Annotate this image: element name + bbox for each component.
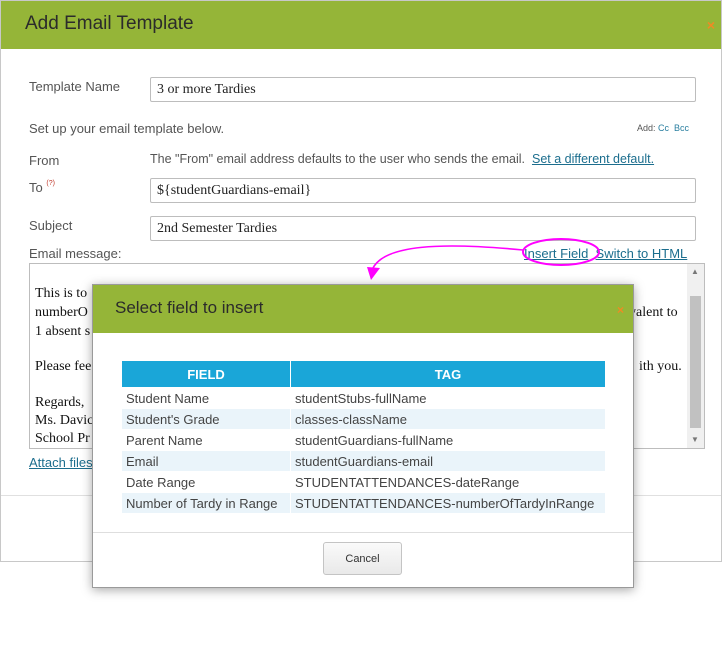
- field-column-header: FIELD: [121, 360, 291, 388]
- field-cell[interactable]: Student's Grade: [121, 408, 291, 430]
- table-row[interactable]: Number of Tardy in Range STUDENTATTENDAN…: [121, 492, 606, 514]
- message-line: 1 absent s: [35, 324, 91, 339]
- subject-input[interactable]: 2nd Semester Tardies: [150, 216, 696, 241]
- to-input[interactable]: ${studentGuardians-email}: [150, 178, 696, 203]
- tag-cell[interactable]: STUDENTATTENDANCES-dateRange: [290, 471, 606, 493]
- close-icon[interactable]: ×: [617, 303, 624, 317]
- scroll-thumb[interactable]: [690, 296, 701, 428]
- dialog-header: Add Email Template ×: [1, 1, 721, 49]
- field-table: FIELD TAG Student Name studentStubs-full…: [121, 360, 606, 514]
- tag-cell[interactable]: classes-className: [290, 408, 606, 430]
- scroll-up-icon[interactable]: ▲: [691, 267, 699, 276]
- tag-cell[interactable]: STUDENTATTENDANCES-numberOfTardyInRange: [290, 492, 606, 514]
- select-field-modal: Select field to insert × FIELD TAG Stude…: [92, 284, 634, 588]
- template-name-input[interactable]: 3 or more Tardies: [150, 77, 696, 102]
- modal-title: Select field to insert: [115, 298, 264, 317]
- table-row[interactable]: Date Range STUDENTATTENDANCES-dateRange: [121, 471, 606, 493]
- switch-to-html-link[interactable]: Switch to HTML: [596, 246, 688, 261]
- message-links: Insert Field Switch to HTML: [524, 246, 687, 261]
- message-line: valent to: [629, 305, 678, 320]
- message-line: ith you.: [639, 359, 682, 374]
- editor-scrollbar[interactable]: ▲ ▼: [687, 264, 704, 448]
- cancel-button[interactable]: Cancel: [323, 542, 402, 575]
- from-label: From: [29, 153, 60, 168]
- tag-cell[interactable]: studentGuardians-email: [290, 450, 606, 472]
- field-cell[interactable]: Student Name: [121, 387, 291, 409]
- dialog-title: Add Email Template: [25, 13, 194, 34]
- message-line: numberO: [35, 305, 88, 320]
- insert-field-link[interactable]: Insert Field: [524, 246, 588, 261]
- from-description: The "From" email address defaults to the…: [150, 152, 526, 166]
- add-cc-bcc: Add: Cc Bcc: [637, 123, 689, 133]
- field-cell[interactable]: Email: [121, 450, 291, 472]
- set-default-link[interactable]: Set a different default.: [532, 152, 654, 166]
- field-cell[interactable]: Date Range: [121, 471, 291, 493]
- template-name-label: Template Name: [29, 79, 121, 94]
- subject-label: Subject: [29, 218, 73, 233]
- table-header-row: FIELD TAG: [121, 360, 606, 388]
- scroll-down-icon[interactable]: ▼: [691, 435, 699, 444]
- setup-text: Set up your email template below.: [29, 121, 225, 136]
- add-label: Add:: [637, 123, 656, 133]
- bcc-link[interactable]: Bcc: [674, 123, 689, 133]
- tag-cell[interactable]: studentGuardians-fullName: [290, 429, 606, 451]
- email-message-label: Email message:: [29, 246, 122, 261]
- modal-divider: [93, 532, 633, 533]
- tag-cell[interactable]: studentStubs-fullName: [290, 387, 606, 409]
- modal-header: Select field to insert ×: [93, 285, 633, 333]
- message-line: This is to: [35, 286, 88, 301]
- cc-link[interactable]: Cc: [658, 123, 669, 133]
- attach-files-link[interactable]: Attach files: [29, 455, 93, 470]
- table-row[interactable]: Parent Name studentGuardians-fullName: [121, 429, 606, 451]
- help-icon[interactable]: (?): [46, 180, 55, 187]
- tag-column-header: TAG: [290, 360, 606, 388]
- table-row[interactable]: Student Name studentStubs-fullName: [121, 387, 606, 409]
- message-line: School Pr: [35, 431, 90, 446]
- message-line: Regards,: [35, 395, 85, 410]
- field-cell[interactable]: Parent Name: [121, 429, 291, 451]
- close-icon[interactable]: ×: [707, 17, 715, 33]
- to-label-wrap: To (?): [29, 180, 55, 195]
- from-text: The "From" email address defaults to the…: [150, 152, 654, 166]
- table-row[interactable]: Student's Grade classes-className: [121, 408, 606, 430]
- table-row[interactable]: Email studentGuardians-email: [121, 450, 606, 472]
- field-cell[interactable]: Number of Tardy in Range: [121, 492, 291, 514]
- message-line: Please fee: [35, 359, 92, 374]
- to-label: To: [29, 180, 43, 195]
- message-line: Ms. Davic: [35, 413, 94, 428]
